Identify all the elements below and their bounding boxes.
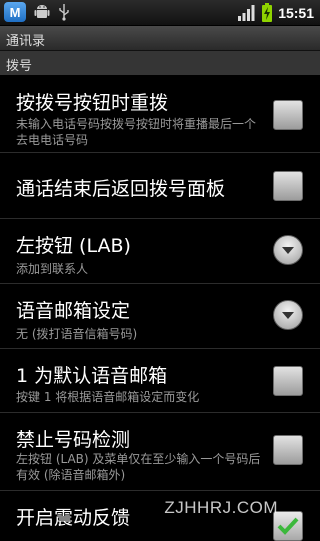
title-bar: 通讯录 xyxy=(0,26,320,51)
setting-return-to-dialpad[interactable]: 通话结束后返回拨号面板 xyxy=(0,153,320,219)
watermark-text: ZJHHRJ.COM xyxy=(164,498,278,517)
android-icon xyxy=(34,5,50,18)
setting-title: 左按钮 (LAB) xyxy=(16,235,131,257)
setting-summary: 添加到联系人 xyxy=(16,262,89,276)
setting-voicemail[interactable]: 语音邮箱设定 无 (拨打语音信箱号码) xyxy=(0,284,320,349)
setting-summary: 左按钮 (LAB) 及菜单仅在至少输入一个号码后有效 (除语音邮箱外) xyxy=(16,452,261,482)
section-label: 拨号 xyxy=(6,59,33,74)
setting-default-voicemail[interactable]: 1 为默认语音邮箱 按键 1 将根据语音邮箱设定而变化 xyxy=(0,349,320,413)
section-header: 拨号 xyxy=(0,51,320,75)
checkmark-icon xyxy=(277,517,299,535)
setting-disable-number-detection[interactable]: 禁止号码检测 左按钮 (LAB) 及菜单仅在至少输入一个号码后有效 (除语音邮箱… xyxy=(0,413,320,491)
signal-icon xyxy=(238,4,255,21)
status-bar: M 15:51 xyxy=(0,0,320,26)
notification-icons: M xyxy=(4,2,70,22)
chevron-down-icon xyxy=(282,311,294,319)
return-dialpad-checkbox[interactable] xyxy=(273,171,303,201)
setting-title: 1 为默认语音邮箱 xyxy=(16,365,168,387)
setting-title: 语音邮箱设定 xyxy=(16,300,131,322)
setting-title: 通话结束后返回拨号面板 xyxy=(16,178,226,200)
setting-summary: 按键 1 将根据语音邮箱设定而变化 xyxy=(16,390,200,404)
setting-title: 按拨号按钮时重拨 xyxy=(16,92,169,114)
setting-summary: 未输入电话号码按拨号按钮时将重播最后一个去电电话号码 xyxy=(16,117,257,147)
default-voicemail-checkbox[interactable] xyxy=(273,366,303,396)
page-title: 通讯录 xyxy=(6,34,46,49)
voicemail-dropdown[interactable] xyxy=(273,300,303,330)
setting-redial[interactable]: 按拨号按钮时重拨 未输入电话号码按拨号按钮时将重播最后一个去电电话号码 xyxy=(0,76,320,153)
setting-title: 开启震动反馈 xyxy=(16,507,131,529)
battery-charging-icon xyxy=(262,2,273,22)
clock: 15:51 xyxy=(278,4,314,21)
setting-summary: 无 (拨打语音信箱号码) xyxy=(16,327,138,341)
app-notification-icon: M xyxy=(4,2,26,22)
left-button-dropdown[interactable] xyxy=(273,235,303,265)
redial-checkbox[interactable] xyxy=(273,100,303,130)
number-detection-checkbox[interactable] xyxy=(273,435,303,465)
setting-title: 禁止号码检测 xyxy=(16,429,131,451)
usb-icon xyxy=(59,4,69,21)
setting-left-button[interactable]: 左按钮 (LAB) 添加到联系人 xyxy=(0,219,320,284)
chevron-down-icon xyxy=(282,246,294,254)
